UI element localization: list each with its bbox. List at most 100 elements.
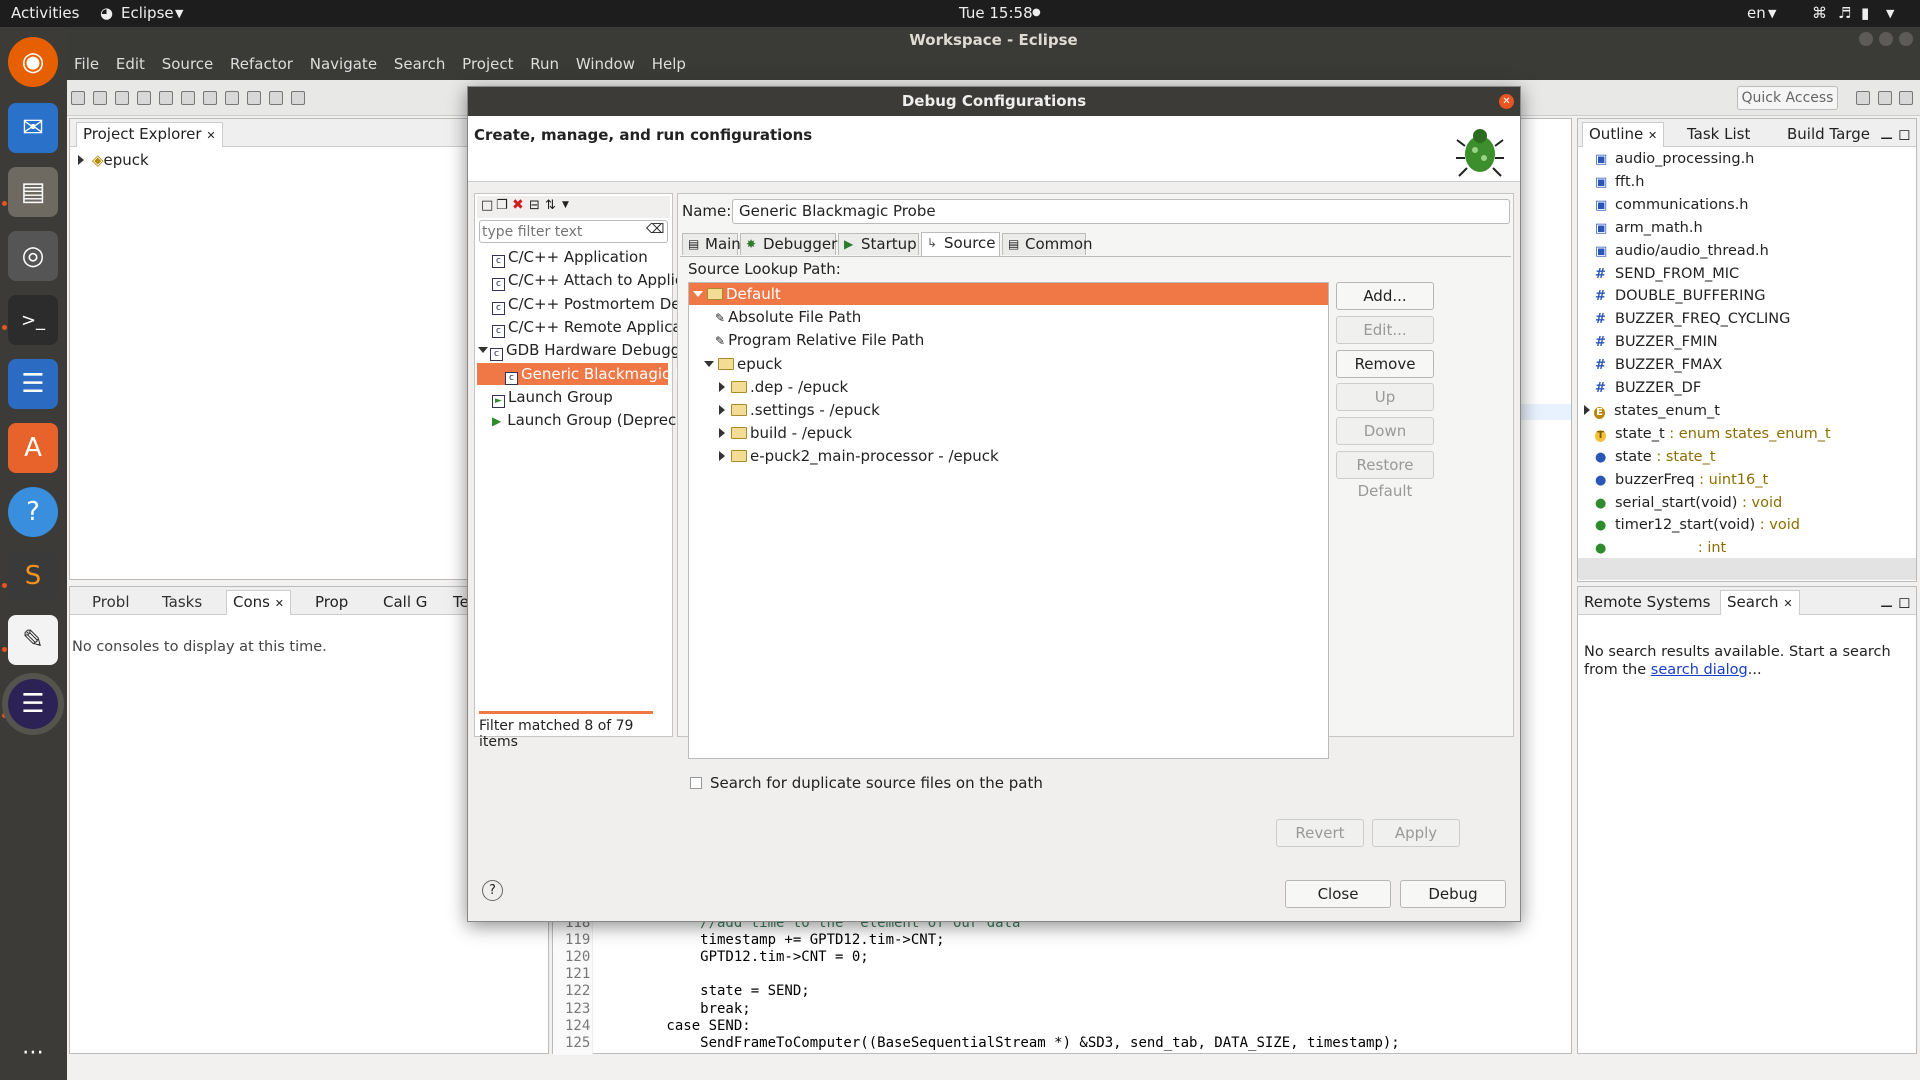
- menu-refactor[interactable]: Refactor: [230, 55, 293, 73]
- outline-item[interactable]: # BUZZER_DF: [1595, 380, 1701, 396]
- outline-item[interactable]: # DOUBLE_BUFFERING: [1595, 288, 1765, 304]
- menu-file[interactable]: File: [74, 55, 99, 73]
- tab-build-targets[interactable]: Build Targe: [1787, 125, 1870, 143]
- expand-icon[interactable]: [719, 451, 725, 462]
- text-editor-icon[interactable]: ✎: [8, 615, 58, 665]
- expand-icon[interactable]: [719, 428, 725, 439]
- collapse-icon[interactable]: [478, 347, 488, 354]
- outline-item[interactable]: # BUZZER_FMIN: [1595, 334, 1718, 350]
- up-button[interactable]: Up: [1336, 383, 1434, 412]
- thunderbird-icon[interactable]: ✉: [8, 103, 58, 153]
- new-class-icon[interactable]: [247, 91, 261, 105]
- language-indicator[interactable]: en: [1747, 4, 1766, 22]
- tab-call-graph[interactable]: Call G: [383, 593, 427, 611]
- menu-navigate[interactable]: Navigate: [310, 55, 377, 73]
- activities-button[interactable]: Activities: [11, 4, 79, 22]
- save-all-icon[interactable]: [115, 91, 129, 105]
- remove-button[interactable]: Remove: [1336, 349, 1434, 378]
- tab-properties[interactable]: Prop: [315, 593, 348, 611]
- duplicate-checkbox-row[interactable]: Search for duplicate source files on the…: [690, 774, 1043, 792]
- firefox-icon[interactable]: ◉: [8, 37, 58, 87]
- tab-startup[interactable]: ▶ Startup: [838, 233, 919, 255]
- collapse-icon[interactable]: [704, 360, 714, 367]
- c-perspective-icon[interactable]: [1878, 91, 1892, 105]
- new-config-icon[interactable]: □: [481, 198, 493, 213]
- outline-item[interactable]: ▣ arm_math.h: [1595, 220, 1703, 236]
- chevron-down-icon[interactable]: ▼: [175, 7, 183, 20]
- tab-search[interactable]: Search ✕: [1720, 590, 1800, 615]
- revert-button[interactable]: Revert: [1276, 819, 1364, 847]
- outline-item[interactable]: Tstate_t : enum states_enum_t: [1595, 426, 1831, 442]
- code-line[interactable]: state = SEND;: [599, 983, 810, 999]
- source-tree-item[interactable]: epuck: [704, 353, 782, 375]
- expand-icon[interactable]: [1584, 404, 1590, 415]
- outline-item[interactable]: ▣ communications.h: [1595, 197, 1749, 213]
- source-tree-item[interactable]: .settings - /epuck: [717, 399, 880, 421]
- debug-button[interactable]: Debug: [1400, 880, 1506, 908]
- source-tree-item[interactable]: Default: [689, 283, 1328, 305]
- sublime-icon[interactable]: S: [8, 551, 58, 601]
- config-item[interactable]: ► Launch Group: [478, 388, 613, 408]
- close-icon[interactable]: ✕: [1783, 597, 1792, 610]
- filter-icon[interactable]: ⇅: [545, 198, 556, 213]
- close-icon[interactable]: ✕: [1648, 129, 1657, 142]
- chevron-down-icon[interactable]: ▼: [1768, 7, 1776, 20]
- close-icon[interactable]: [1899, 32, 1913, 46]
- outline-item[interactable]: ▣ audio/audio_thread.h: [1595, 243, 1769, 259]
- tab-common[interactable]: ▤ Common: [1002, 233, 1093, 255]
- terminal-icon[interactable]: >_: [8, 295, 58, 345]
- code-line[interactable]: timestamp += GPTD12.tim->CNT;: [599, 932, 944, 948]
- menu-project[interactable]: Project: [462, 55, 513, 73]
- tab-remote-systems[interactable]: Remote Systems: [1584, 593, 1710, 611]
- filter-input[interactable]: [482, 222, 642, 241]
- add-button[interactable]: Add...: [1336, 282, 1434, 310]
- expand-icon[interactable]: [719, 405, 725, 415]
- duplicate-icon[interactable]: ❐: [496, 198, 508, 213]
- delete-icon[interactable]: ✖: [512, 197, 524, 213]
- menu-edit[interactable]: Edit: [116, 55, 145, 73]
- debug-perspective-icon[interactable]: [1899, 91, 1913, 105]
- menu-window[interactable]: Window: [576, 55, 635, 73]
- help-icon[interactable]: ?: [8, 487, 58, 537]
- source-tree-item[interactable]: e-puck2_main-processor - /epuck: [717, 445, 999, 467]
- close-button[interactable]: Close: [1285, 880, 1391, 908]
- battery-icon[interactable]: ▮: [1861, 4, 1869, 22]
- search-dialog-link[interactable]: search dialog: [1651, 662, 1748, 678]
- show-apps-icon[interactable]: ⋯: [8, 1027, 58, 1077]
- tab-tasks[interactable]: Tasks: [162, 593, 202, 611]
- apply-button[interactable]: Apply: [1372, 819, 1460, 847]
- source-tree-item[interactable]: ✎ Program Relative File Path: [715, 329, 924, 351]
- outline-item[interactable]: ● main(void) : int: [1595, 540, 1726, 556]
- restore-default-button[interactable]: Restore Default: [1336, 451, 1434, 500]
- search-icon[interactable]: [291, 91, 305, 105]
- help-button[interactable]: ?: [482, 880, 503, 901]
- config-item[interactable]: c Generic Blackmagic Probe: [477, 362, 718, 385]
- chevron-down-icon[interactable]: ▼: [562, 200, 569, 210]
- outline-item[interactable]: # BUZZER_FREQ_CYCLING: [1595, 311, 1790, 327]
- minimize-icon[interactable]: ⚊: [1880, 593, 1893, 611]
- config-item[interactable]: c C/C++ Application: [478, 248, 648, 268]
- quick-access-field[interactable]: Quick Access: [1737, 86, 1838, 110]
- open-type-icon[interactable]: [269, 91, 283, 105]
- clock[interactable]: Tue 15:58: [959, 4, 1033, 22]
- build-icon[interactable]: [137, 91, 151, 105]
- outline-item[interactable]: # SEND_FROM_MIC: [1595, 266, 1739, 282]
- debug-icon[interactable]: [181, 91, 195, 105]
- tab-main[interactable]: ▤ Main: [682, 233, 741, 255]
- app-menu[interactable]: Eclipse: [121, 4, 174, 22]
- writer-icon[interactable]: ☰: [8, 359, 58, 409]
- minimize-icon[interactable]: [1859, 32, 1873, 46]
- wifi-icon[interactable]: ⌘: [1812, 4, 1827, 22]
- close-icon[interactable]: ✕: [275, 597, 284, 610]
- tab-problems[interactable]: Probl: [92, 593, 130, 611]
- source-tree-item[interactable]: build - /epuck: [717, 422, 852, 444]
- tab-project-explorer[interactable]: Project Explorer ✕: [76, 122, 223, 147]
- config-item[interactable]: c GDB Hardware Debugging: [478, 341, 703, 362]
- code-line[interactable]: case SEND:: [599, 1018, 750, 1034]
- tab-task-list[interactable]: Task List: [1687, 125, 1750, 143]
- name-field[interactable]: Generic Blackmagic Probe: [732, 199, 1510, 224]
- close-icon[interactable]: ✕: [206, 129, 215, 142]
- expand-icon[interactable]: [719, 381, 725, 392]
- hammer-icon[interactable]: [159, 91, 173, 105]
- project-item-epuck[interactable]: ◈epuck: [78, 151, 149, 169]
